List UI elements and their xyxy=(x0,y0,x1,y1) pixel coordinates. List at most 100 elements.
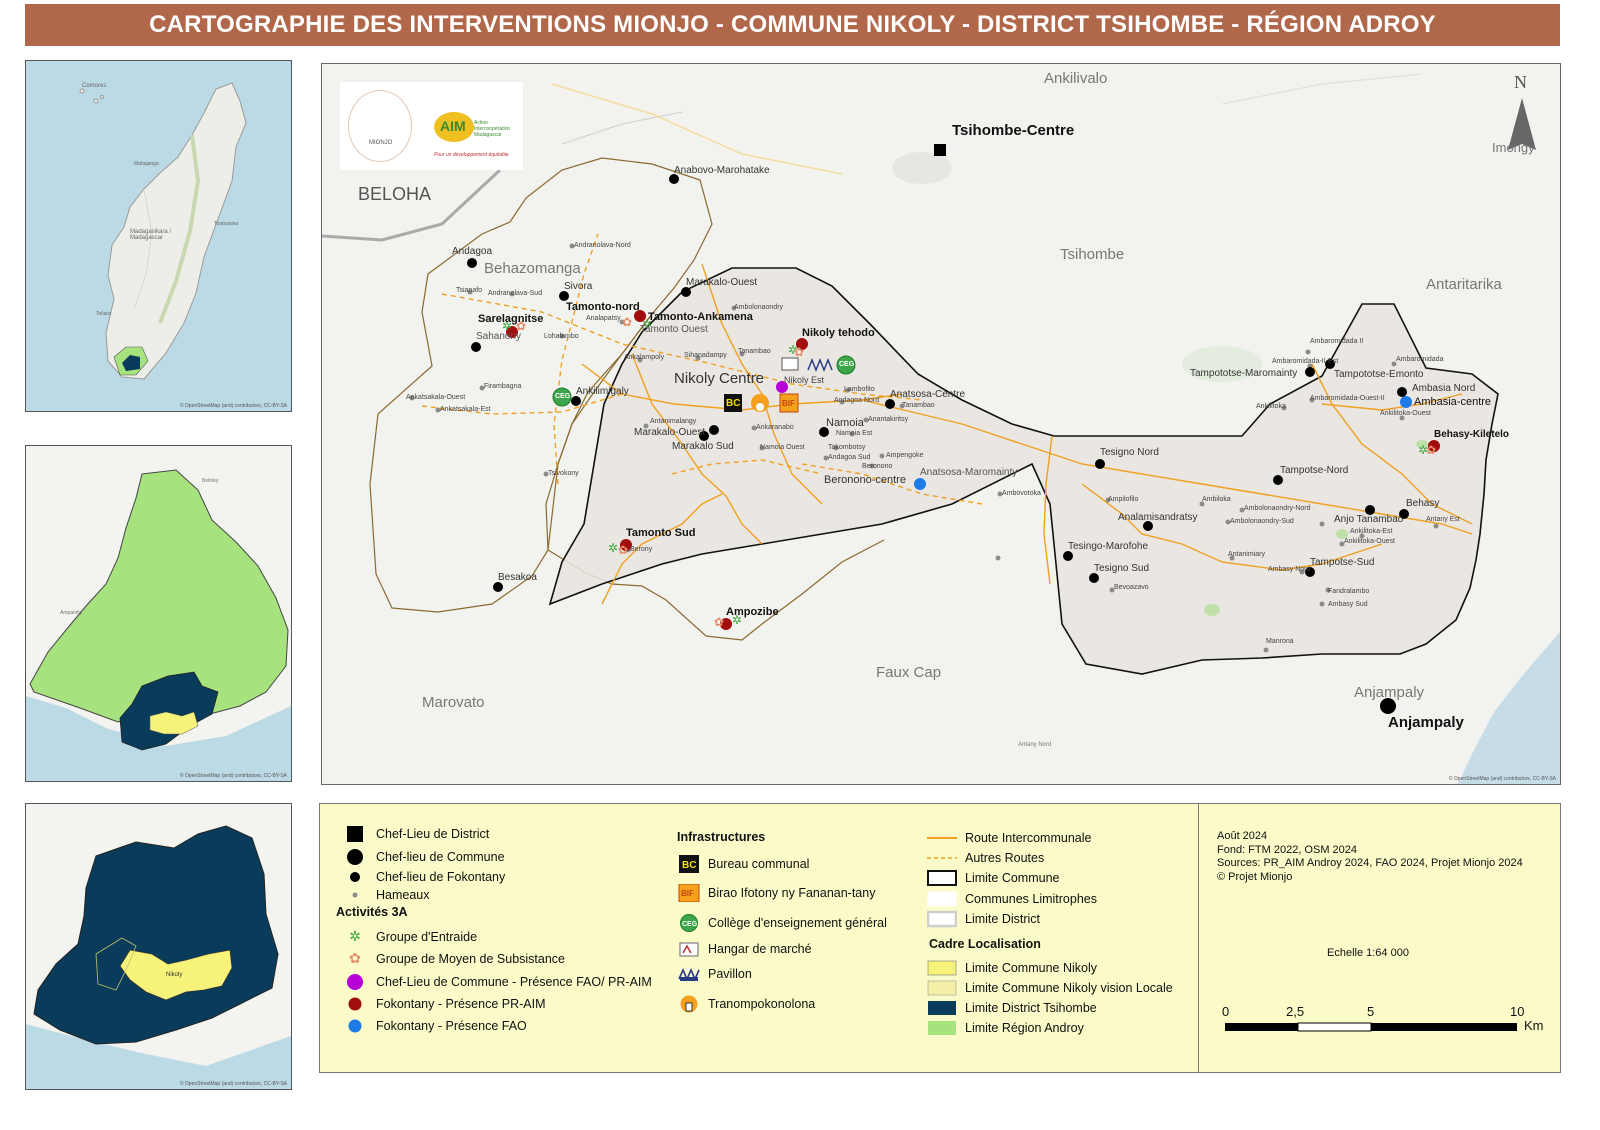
hamlet-label: Ambaromidada xyxy=(1396,356,1444,363)
hamlet-label: Ankatsakala-Ouest xyxy=(406,394,466,401)
legend-item-limite-district: Limite District xyxy=(927,910,1040,928)
mionjo-logo-text: MIONJO xyxy=(369,140,393,146)
legend-item-hamlets: Hameaux xyxy=(342,886,430,904)
hamlet-label: Tanambao xyxy=(902,402,935,409)
map-title: CARTOGRAPHIE DES INTERVENTIONS MIONJO - … xyxy=(25,4,1560,46)
legend-item-subsistance: ✿ Groupe de Moyen de Subsistance xyxy=(349,950,566,966)
main-map[interactable]: ✲ ✲ ✲ ✲ ✲ ✲ ✿ ✿ ✿ ✿ ✿ ✿ MIONJO AIM Action Interc… xyxy=(321,63,1561,785)
hamlet-label: Antanimalangy xyxy=(650,418,697,425)
legend-activities-title: Activités 3A xyxy=(336,905,408,919)
aim-logo-name: Action Intercoopération Madagascar xyxy=(474,120,511,138)
fokontany-label: Andagoa xyxy=(452,246,493,257)
hamlet-label: Ankatsakala-Est xyxy=(440,406,491,413)
hamlet-label: Ambovotoka xyxy=(1002,490,1041,497)
inset-label-nikoly: Nikoly xyxy=(166,972,183,978)
bc-icon: BC xyxy=(726,398,741,409)
fokontany-label: Sahanony xyxy=(476,331,522,342)
hamlet-label: Manrona xyxy=(1266,638,1294,645)
svg-text:CEG: CEG xyxy=(682,921,698,928)
map-data-sources: Sources: PR_AIM Androy 2024, FAO 2024, P… xyxy=(1217,857,1523,869)
hamlet-label: Nikoly Est xyxy=(784,375,825,385)
osm-attribution: © OpenStreetMap (and) contributors, CC-B… xyxy=(1448,776,1556,782)
scale-tick-2-5: 2,5 xyxy=(1286,1004,1305,1019)
hamlet-label: Ankilitoka-Ouest xyxy=(1380,410,1431,417)
fokontany-label: Namoia xyxy=(826,417,864,429)
legend-item-pavilion: Pavillon xyxy=(678,965,752,983)
legend-item-limite-commune-nikoly: Limite Commune Nikoly xyxy=(927,959,1097,977)
fokontany-label: Tampotse-Nord xyxy=(1280,465,1349,476)
legend-item-autres-routes: Autres Routes xyxy=(927,851,1045,865)
mionjo-logo xyxy=(348,90,412,162)
legend-item-entraide: ✲ Groupe d'Entraide xyxy=(349,928,478,944)
legend-cadre-title: Cadre Localisation xyxy=(929,937,1041,951)
neighbor-label-imongy: Imongy xyxy=(1492,140,1535,155)
fokontany-label: Anatsosa-Maromainty xyxy=(920,467,1018,478)
map-date: Août 2024 xyxy=(1217,830,1268,842)
inset-madagascar-map[interactable]: Comores Madagasikara / Madagascar Mahaja… xyxy=(25,60,292,412)
map-basemap-source: Fond: FTM 2022, OSM 2024 xyxy=(1217,843,1358,856)
svg-text:✿: ✿ xyxy=(618,543,628,557)
legend-infra-title: Infrastructures xyxy=(677,830,766,844)
legend-item-ceg: CEG Collège d'enseignement général xyxy=(680,914,887,932)
inset-label-betioky: Betioky xyxy=(202,478,219,484)
legend-item-limite-commune: Limite Commune xyxy=(927,869,1059,887)
hamlet-label: Andagoa Nord xyxy=(834,397,880,404)
hamlet-label: Ampengoke xyxy=(886,452,924,459)
hamlet-label: Anantakiritsy xyxy=(868,416,909,423)
ceg-icon: CEG xyxy=(839,361,855,368)
neighbor-label-anjampaly: Anjampaly xyxy=(1354,684,1425,701)
hamlet-label: Tsivokony xyxy=(548,470,579,477)
hamlet-label: Antany Est xyxy=(1426,516,1460,523)
legend-item-district-seat: Chef-Lieu de District xyxy=(342,825,489,843)
fokontany-label: Anjo Tanambao xyxy=(1334,514,1404,525)
neighbor-label-behazomanga: Behazomanga xyxy=(484,260,581,277)
bif-icon: BIF xyxy=(782,399,795,408)
osm-attribution: © OpenStreetMap (and) contributors, CC-B… xyxy=(179,773,287,779)
svg-text:✿: ✿ xyxy=(794,345,804,359)
scale-tick-10: 10 xyxy=(1510,1004,1525,1019)
map-copyright: © Projet Mionjo xyxy=(1217,870,1293,883)
fokontany-label: Marakalo Sud xyxy=(672,441,734,452)
fokontany-label: Tamonto-Ankamena xyxy=(648,311,753,323)
fokontany-label: Tamonto Ouest xyxy=(640,324,708,335)
hamlet-label: Andagoa Sud xyxy=(828,454,871,461)
scale-tick-5: 5 xyxy=(1367,1004,1375,1019)
legend-item-region-androy: Limite Région Androy xyxy=(927,1019,1084,1037)
hamlet-label: Beronono xyxy=(862,463,893,470)
inset-label-toamasina: Toamasina xyxy=(214,221,239,227)
hamlet-label: Ambolonaondry xyxy=(734,304,784,311)
fokontany-label: Anatsosa-Centre xyxy=(890,389,966,400)
fokontany-label: Tampotse-Sud xyxy=(1310,557,1375,568)
neighbor-label-ankilivalo: Ankilivalo xyxy=(1044,70,1108,87)
osm-attribution: © OpenStreetMap (and) contributors, CC-B… xyxy=(179,1081,287,1087)
hamlet-label: Ambolonaondry-Nord xyxy=(1244,505,1311,512)
hamlet-label: Lambofito xyxy=(844,386,875,393)
fokontany-label: Analamisandratsy xyxy=(1118,512,1198,523)
district-seat-label: Tsihombe-Centre xyxy=(952,122,1075,139)
inset-region-map[interactable]: Ampanihy Betioky © OpenStreetMap (and) c… xyxy=(25,445,292,782)
north-arrow-label: N xyxy=(1514,72,1527,92)
hamlet-label: Tanambao xyxy=(738,348,771,355)
hamlet-label: Namoia Ouest xyxy=(760,444,805,451)
inset-label-madagascar: Madagasikara / Madagascar xyxy=(130,229,172,241)
hamlet-label: Andranolava-Nord xyxy=(574,242,631,249)
svg-text:✿: ✿ xyxy=(622,315,632,329)
hamlet-label: Ambaromidada II xyxy=(1310,338,1364,345)
fokontany-label: Ankilimigaly xyxy=(576,386,629,397)
hamlet-label: Ambasy Nord xyxy=(1268,566,1311,573)
fokontany-label: Marakalo-Ouest xyxy=(634,427,706,438)
fokontany-label: Tesigno Sud xyxy=(1094,563,1150,574)
legend-item-district-tsihombe: Limite District Tsihombe xyxy=(927,999,1097,1017)
legend-item-fokontany-seat: Chef-lieu de Fokontany xyxy=(342,868,505,886)
neighbor-label-antaritarika: Antaritarika xyxy=(1426,276,1502,293)
svg-text:BC: BC xyxy=(682,860,696,871)
fokontany-label: Nikoly tehodo xyxy=(802,327,875,339)
inset-district-map[interactable]: Nikoly © OpenStreetMap (and) contributor… xyxy=(25,803,292,1090)
fokontany-label: Tesingo-Marofohe xyxy=(1068,541,1149,552)
fokontany-label: Tampototse-Emonto xyxy=(1334,369,1424,380)
hamlet-label: Ambaromidada-II-Est xyxy=(1272,358,1339,365)
aim-logo-tagline: Pour un développement équitable xyxy=(434,152,509,158)
legend-item-market-hangar: Hangar de marché xyxy=(678,940,812,958)
neighbor-label-marovato: Marovato xyxy=(422,694,485,711)
svg-text:✿: ✿ xyxy=(1426,443,1436,457)
